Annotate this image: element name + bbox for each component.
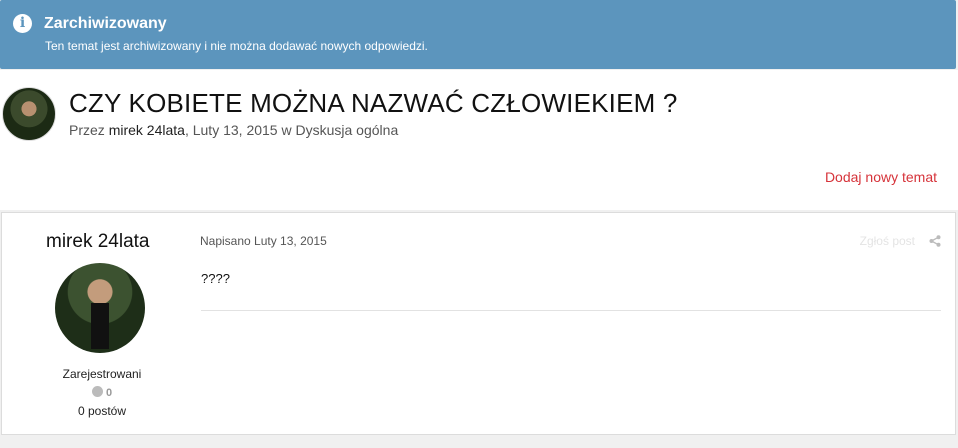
- reputation-icon: [91, 386, 103, 397]
- post-author-avatar[interactable]: [55, 263, 145, 353]
- topic-byline: Przez mirek 24lata, Luty 13, 2015 w Dysk…: [69, 122, 399, 138]
- topic-title: CZY KOBIETE MOŻNA NAZWAĆ CZŁOWIEKIEM ?: [69, 88, 678, 118]
- post-author-reputation: 0: [2, 386, 202, 399]
- post-author-post-count: 0 postów: [77, 404, 127, 418]
- topic-author-avatar[interactable]: [2, 87, 56, 141]
- new-topic-button[interactable]: Dodaj nowy temat: [825, 169, 937, 185]
- archived-notice: i Zarchiwizowany Ten temat jest archiwiz…: [0, 0, 956, 69]
- info-icon: i: [13, 14, 32, 33]
- notice-title: Zarchiwizowany: [44, 15, 167, 32]
- post: mirek 24lata Zarejestrowani 0 0 postów N…: [1, 212, 956, 435]
- byline-prefix: Przez: [69, 122, 105, 138]
- share-icon[interactable]: [929, 235, 941, 247]
- byline-in: w: [281, 122, 292, 138]
- avatar-figure: [91, 303, 109, 349]
- byline-date: Luty 13, 2015: [192, 122, 278, 138]
- post-date[interactable]: Napisano Luty 13, 2015: [200, 234, 327, 248]
- byline-forum-link[interactable]: Dyskusja ogólna: [296, 122, 399, 138]
- topic-header: CZY KOBIETE MOŻNA NAZWAĆ CZŁOWIEKIEM ? P…: [0, 70, 958, 210]
- byline-author-link[interactable]: mirek 24lata: [109, 122, 185, 138]
- post-divider: [201, 310, 941, 311]
- post-author-group: Zarejestrowani: [62, 367, 142, 381]
- notice-text: Ten temat jest archiwizowany i nie można…: [45, 39, 428, 53]
- report-post-link[interactable]: Zgłoś post: [860, 234, 915, 248]
- reputation-value: 0: [105, 387, 113, 399]
- post-author-name[interactable]: mirek 24lata: [46, 231, 150, 253]
- post-body: ????: [201, 271, 230, 286]
